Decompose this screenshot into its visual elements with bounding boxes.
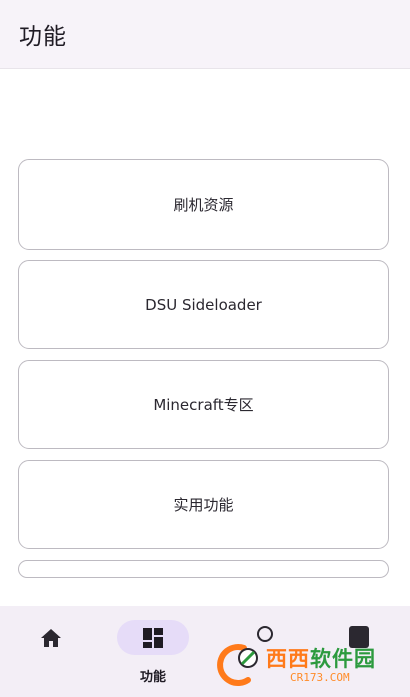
menu-card-label: Minecraft专区 <box>153 396 254 414</box>
nav-item-features[interactable]: 功能 <box>113 606 193 697</box>
watermark-main-b: 软件园 <box>310 646 376 671</box>
nav-icon-container <box>15 620 87 655</box>
menu-card-minecraft[interactable]: Minecraft专区 <box>18 360 389 449</box>
watermark-text: 西西软件园 CR173.COM <box>266 647 376 684</box>
watermark-sub-text: CR173.COM <box>290 670 350 684</box>
menu-card-partial[interactable] <box>18 560 389 578</box>
watermark-main-a: 西西 <box>266 646 310 671</box>
nav-label-features: 功能 <box>139 670 166 685</box>
watermark: 西西软件园 CR173.COM <box>214 640 396 690</box>
page-title: 功能 <box>19 24 67 50</box>
home-icon <box>41 628 61 647</box>
watermark-main-text: 西西软件园 <box>266 647 376 671</box>
screen: 功能 刷机资源 DSU Sideloader Minecraft专区 实用功能 <box>0 0 410 697</box>
menu-card-label: 实用功能 <box>173 496 234 514</box>
menu-card-utilities[interactable]: 实用功能 <box>18 460 389 549</box>
menu-card-label: 刷机资源 <box>173 196 234 214</box>
nav-icon-container-selected <box>117 620 189 655</box>
menu-card-label: DSU Sideloader <box>145 295 262 314</box>
nav-item-home[interactable] <box>11 606 91 697</box>
app-bar: 功能 <box>0 0 410 69</box>
menu-card-dsu-sideloader[interactable]: DSU Sideloader <box>18 260 389 349</box>
dashboard-icon <box>143 627 163 648</box>
watermark-logo-icon <box>214 642 264 688</box>
menu-card-flash-resources[interactable]: 刷机资源 <box>18 159 389 250</box>
